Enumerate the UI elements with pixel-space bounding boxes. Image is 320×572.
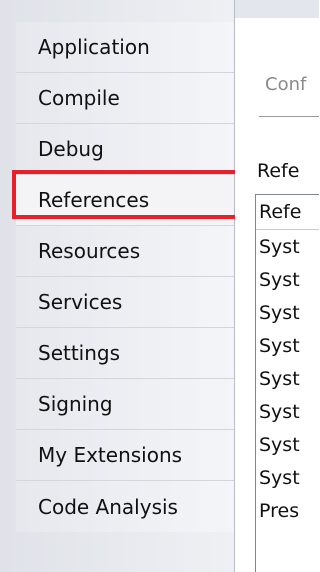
nav-list: Application Compile Debug References Resourc…: [16, 22, 234, 532]
content-panel: Conf Refe Refe Syst Syst Syst Syst Syst Syst S…: [235, 18, 319, 572]
configuration-label: Conf: [265, 74, 307, 95]
references-list-header[interactable]: Refe: [256, 195, 319, 230]
nav-panel: Application Compile Debug References Resourc…: [0, 0, 235, 572]
nav-item-label: Resources: [38, 239, 141, 263]
nav-item-label: References: [38, 188, 150, 212]
nav-item-label: My Extensions: [38, 443, 183, 467]
nav-item-settings[interactable]: Settings: [16, 328, 234, 379]
nav-item-label: Application: [38, 35, 150, 59]
references-list[interactable]: Refe Syst Syst Syst Syst Syst Syst Syst Syst Pre…: [255, 194, 319, 572]
references-label: Refe: [257, 160, 300, 182]
separator: [259, 116, 319, 117]
nav-item-my-extensions[interactable]: My Extensions: [16, 430, 234, 481]
list-item[interactable]: Pres: [256, 494, 319, 527]
list-item[interactable]: Syst: [256, 263, 319, 296]
list-item[interactable]: Syst: [256, 230, 319, 263]
list-item[interactable]: Syst: [256, 362, 319, 395]
nav-item-label: Debug: [38, 137, 104, 161]
list-item[interactable]: Syst: [256, 395, 319, 428]
list-item[interactable]: Syst: [256, 296, 319, 329]
nav-item-label: Compile: [38, 86, 120, 110]
nav-item-resources[interactable]: Resources: [16, 226, 234, 277]
list-item[interactable]: Syst: [256, 461, 319, 494]
nav-item-debug[interactable]: Debug: [16, 124, 234, 175]
references-rows: Syst Syst Syst Syst Syst Syst Syst Syst Pres: [256, 230, 319, 527]
nav-item-compile[interactable]: Compile: [16, 73, 234, 124]
nav-item-signing[interactable]: Signing: [16, 379, 234, 430]
list-item[interactable]: Syst: [256, 428, 319, 461]
nav-item-label: Services: [38, 290, 123, 314]
nav-item-label: Signing: [38, 392, 113, 416]
nav-item-label: Settings: [38, 341, 121, 365]
nav-item-references[interactable]: References: [16, 175, 234, 226]
nav-item-label: Code Analysis: [38, 494, 178, 519]
nav-item-services[interactable]: Services: [16, 277, 234, 328]
nav-item-code-analysis[interactable]: Code Analysis: [16, 481, 234, 532]
nav-item-application[interactable]: Application: [16, 22, 234, 73]
project-properties-window: Application Compile Debug References Resourc…: [0, 0, 319, 572]
list-item[interactable]: Syst: [256, 329, 319, 362]
